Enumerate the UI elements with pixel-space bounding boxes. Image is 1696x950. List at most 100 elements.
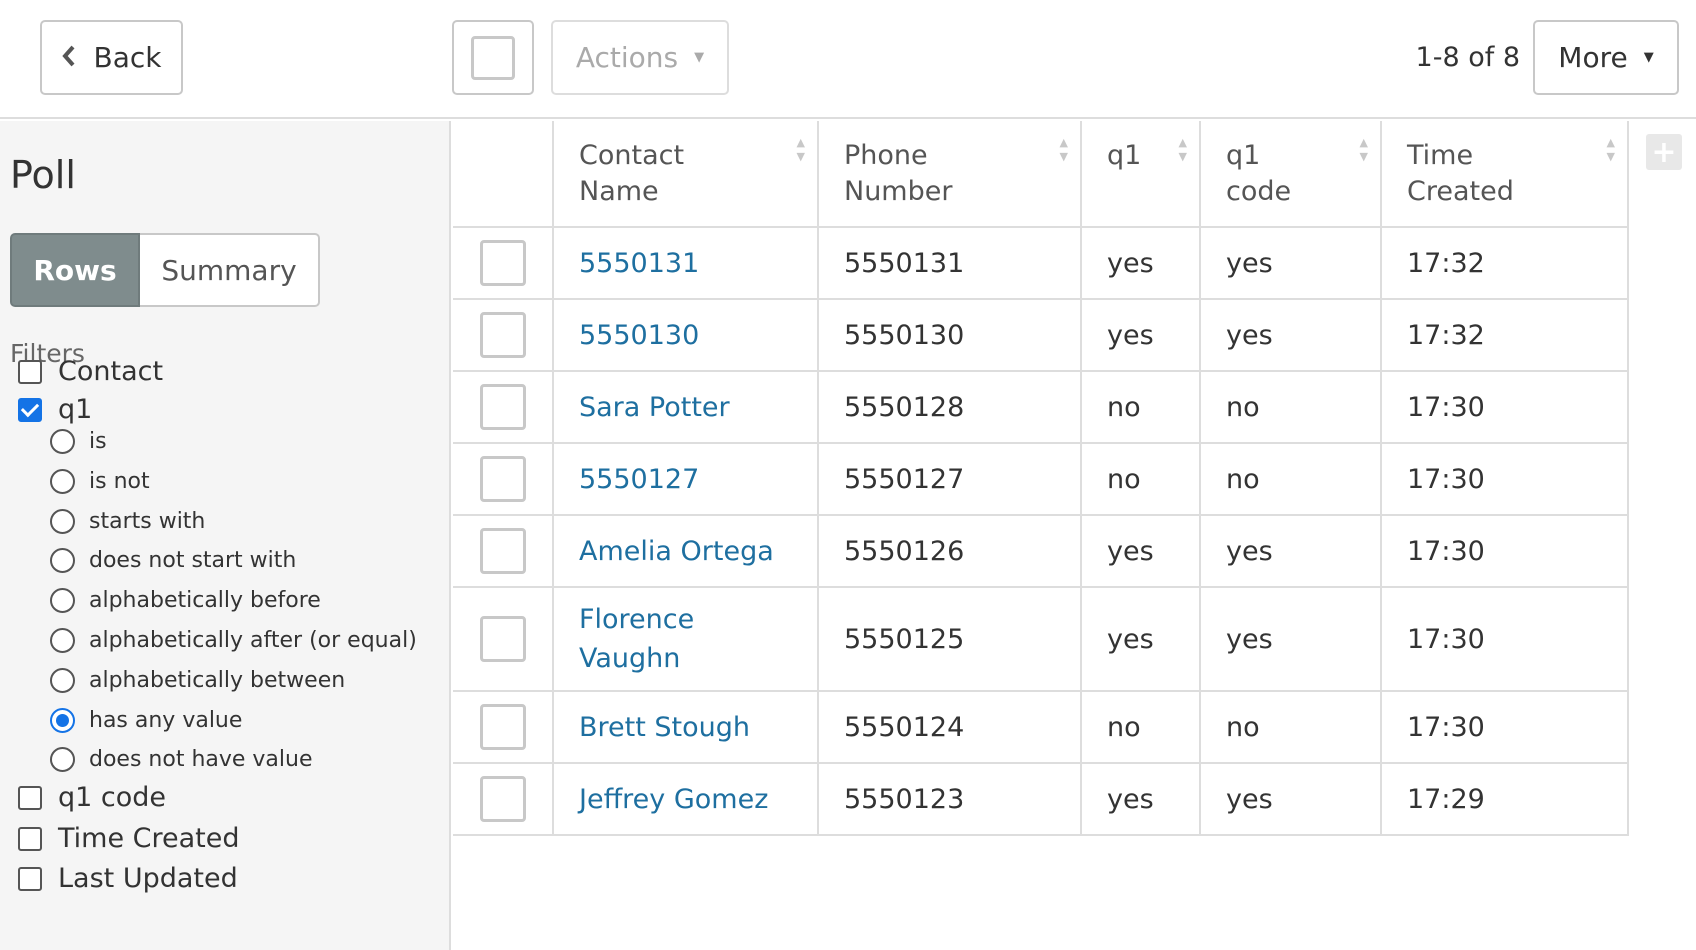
contact-link[interactable]: Florence Vaughn: [579, 600, 729, 678]
results-table: Contact Name ▲ ▼ Phone Number ▲ ▼ q1 ▲ ▼ q1…: [453, 121, 1629, 836]
row-checkbox[interactable]: [479, 312, 526, 358]
contact-name-cell: Jeffrey Gomez: [553, 763, 819, 836]
more-dropdown[interactable]: More ▼: [1533, 20, 1679, 95]
caret-down-icon: ▼: [694, 50, 705, 65]
table-header-row: Contact Name ▲ ▼ Phone Number ▲ ▼ q1 ▲ ▼ q1…: [453, 121, 1629, 228]
phone-cell: 5550123: [818, 763, 1082, 836]
sort-icon[interactable]: ▲ ▼: [1360, 136, 1368, 164]
option-label: alphabetically after (or equal): [89, 628, 417, 653]
phone-cell: 5550130: [818, 299, 1082, 372]
q1-option-starts-with[interactable]: starts with: [50, 509, 205, 534]
q1-option-is[interactable]: is: [50, 429, 107, 454]
row-checkbox[interactable]: [479, 776, 526, 822]
radio[interactable]: [50, 708, 75, 733]
header-q1-code[interactable]: q1 code ▲ ▼: [1200, 121, 1382, 228]
row-checkbox[interactable]: [479, 528, 526, 574]
header-label: Contact: [579, 139, 685, 171]
header-q1[interactable]: q1 ▲ ▼: [1081, 121, 1201, 228]
radio[interactable]: [50, 668, 75, 693]
filter-q1-code[interactable]: q1 code: [18, 782, 166, 813]
q1-code-cell: no: [1200, 691, 1382, 764]
checkbox[interactable]: [18, 397, 42, 422]
contact-name-cell: 5550127: [553, 443, 819, 516]
checkbox[interactable]: [18, 826, 42, 851]
radio[interactable]: [50, 588, 75, 613]
checkbox[interactable]: [18, 359, 42, 384]
back-button[interactable]: Back: [40, 20, 183, 95]
time-created-cell: 17:32: [1381, 299, 1629, 372]
sort-icon[interactable]: ▲ ▼: [1179, 136, 1187, 164]
filter-label: q1 code: [58, 782, 167, 813]
q1-option-does-not-start-with[interactable]: does not start with: [50, 548, 296, 573]
contact-link[interactable]: 5550131: [579, 244, 699, 283]
contact-link[interactable]: Amelia Ortega: [579, 532, 774, 571]
row-checkbox[interactable]: [479, 384, 526, 430]
table-row: Sara Potter 5550128 no no 17:30: [453, 371, 1629, 444]
checkbox[interactable]: [18, 785, 42, 810]
actions-dropdown[interactable]: Actions ▼: [551, 20, 729, 95]
q1-option-is-not[interactable]: is not: [50, 469, 150, 494]
sidebar: Poll Rows Summary Filters Contact q1 is …: [0, 121, 451, 950]
radio[interactable]: [50, 469, 75, 494]
tab-rows[interactable]: Rows: [10, 233, 140, 307]
q1-option-alphabetically-between[interactable]: alphabetically between: [50, 668, 345, 693]
radio[interactable]: [50, 548, 75, 573]
q1-option-alphabetically-before[interactable]: alphabetically before: [50, 588, 321, 613]
sort-icon[interactable]: ▲ ▼: [1607, 136, 1615, 164]
page-title: Poll: [10, 153, 76, 197]
row-checkbox[interactable]: [479, 704, 526, 750]
time-created-cell: 17:30: [1381, 515, 1629, 588]
time-created-cell: 17:30: [1381, 691, 1629, 764]
checkbox[interactable]: [18, 866, 42, 891]
table-row: 5550127 5550127 no no 17:30: [453, 443, 1629, 516]
phone-cell: 5550127: [818, 443, 1082, 516]
q1-option-has-any-value[interactable]: has any value: [50, 708, 242, 733]
contact-link[interactable]: Brett Stough: [579, 708, 750, 747]
sort-icon[interactable]: ▲ ▼: [797, 136, 805, 164]
row-select-cell: [453, 763, 554, 836]
q1-cell: yes: [1081, 299, 1201, 372]
header-time-created[interactable]: Time Created ▲ ▼: [1381, 121, 1629, 228]
header-label: Time: [1407, 139, 1474, 171]
time-created-cell: 17:30: [1381, 371, 1629, 444]
phone-cell: 5550126: [818, 515, 1082, 588]
radio[interactable]: [50, 747, 75, 772]
sort-icon[interactable]: ▲ ▼: [1060, 136, 1068, 164]
filter-contact[interactable]: Contact: [18, 356, 163, 387]
radio[interactable]: [50, 429, 75, 454]
time-created-cell: 17:30: [1381, 587, 1629, 692]
filter-last-updated[interactable]: Last Updated: [18, 863, 238, 894]
row-checkbox[interactable]: [479, 456, 526, 502]
radio[interactable]: [50, 628, 75, 653]
row-checkbox[interactable]: [479, 616, 526, 662]
add-column-icon[interactable]: +: [1646, 134, 1682, 170]
select-all-checkbox[interactable]: [452, 20, 534, 95]
header-label: Phone: [844, 139, 928, 171]
q1-option-alphabetically-after[interactable]: alphabetically after (or equal): [50, 628, 417, 653]
tab-summary[interactable]: Summary: [140, 233, 320, 307]
row-select-cell: [453, 515, 554, 588]
filter-q1[interactable]: q1: [18, 394, 92, 425]
option-label: alphabetically between: [89, 668, 346, 693]
radio[interactable]: [50, 509, 75, 534]
header-contact-name[interactable]: Contact Name ▲ ▼: [553, 121, 819, 228]
contact-link[interactable]: 5550127: [579, 460, 699, 499]
q1-code-cell: yes: [1200, 227, 1382, 300]
q1-code-cell: no: [1200, 443, 1382, 516]
header-phone-number[interactable]: Phone Number ▲ ▼: [818, 121, 1082, 228]
row-checkbox[interactable]: [479, 240, 526, 286]
phone-cell: 5550131: [818, 227, 1082, 300]
filter-time-created[interactable]: Time Created: [18, 823, 240, 854]
q1-option-does-not-have-value[interactable]: does not have value: [50, 747, 313, 772]
q1-code-cell: yes: [1200, 515, 1382, 588]
table-row: 5550130 5550130 yes yes 17:32: [453, 299, 1629, 372]
q1-code-cell: no: [1200, 371, 1382, 444]
contact-link[interactable]: Jeffrey Gomez: [579, 780, 768, 819]
contact-link[interactable]: 5550130: [579, 316, 699, 355]
option-label: alphabetically before: [89, 588, 321, 613]
header-label: [1107, 176, 1116, 207]
contact-link[interactable]: Sara Potter: [579, 388, 730, 427]
toolbar: Back Actions ▼ 1-8 of 8 More ▼: [0, 0, 1696, 119]
q1-cell: yes: [1081, 587, 1201, 692]
filter-label: Last Updated: [58, 863, 238, 894]
